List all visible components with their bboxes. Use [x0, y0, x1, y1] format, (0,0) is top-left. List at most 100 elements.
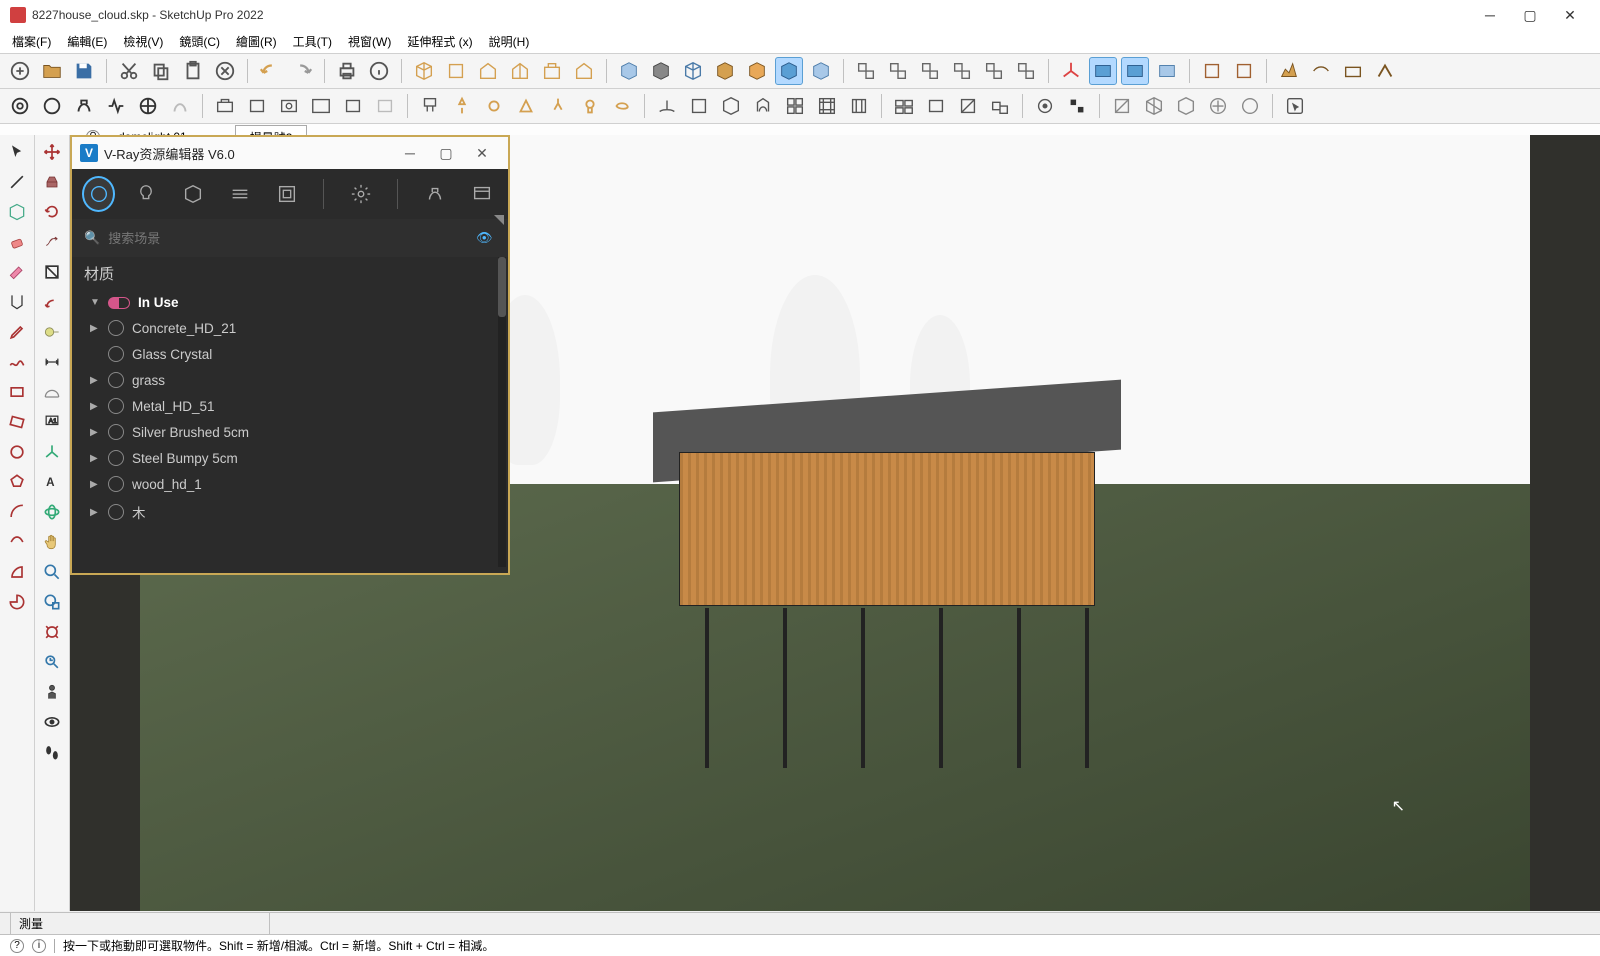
vray-light-5[interactable]	[544, 92, 572, 120]
undo-button[interactable]	[256, 57, 284, 85]
vray-render-4[interactable]	[307, 92, 335, 120]
vray-render-5[interactable]	[339, 92, 367, 120]
menu-file[interactable]: 檔案(F)	[4, 30, 59, 53]
sandbox-button-2[interactable]	[1307, 57, 1335, 85]
sandbox-button-1[interactable]	[1275, 57, 1303, 85]
copy-button[interactable]	[147, 57, 175, 85]
vray-minimize-button[interactable]: ─	[392, 139, 428, 167]
rotated-rect-tool[interactable]	[4, 409, 30, 435]
3dtext-tool[interactable]: A	[39, 469, 65, 495]
vray-render-3[interactable]	[275, 92, 303, 120]
arc-tool-1[interactable]	[4, 499, 30, 525]
vray-light-6[interactable]	[576, 92, 604, 120]
vray-geo-6[interactable]	[813, 92, 841, 120]
vray-tab-materials[interactable]	[82, 176, 115, 212]
pie-tool[interactable]	[4, 589, 30, 615]
info-icon[interactable]: i	[32, 939, 46, 953]
circle-tool[interactable]	[4, 439, 30, 465]
menu-tools[interactable]: 工具(T)	[285, 30, 340, 53]
section-plane-button-3[interactable]	[1153, 57, 1181, 85]
right-view-button[interactable]	[506, 57, 534, 85]
vray-proxy-4[interactable]	[1204, 92, 1232, 120]
menu-window[interactable]: 視窗(W)	[340, 30, 399, 53]
window-close-button[interactable]: ✕	[1550, 0, 1590, 30]
vray-proxy-5[interactable]	[1236, 92, 1264, 120]
zoom-window-tool[interactable]	[39, 589, 65, 615]
left-view-button[interactable]	[570, 57, 598, 85]
text-tool[interactable]: A1	[39, 409, 65, 435]
component-button-3[interactable]	[916, 57, 944, 85]
vray-geo-5[interactable]	[781, 92, 809, 120]
menu-camera[interactable]: 鏡頭(C)	[171, 30, 228, 53]
orbit-tool[interactable]	[39, 499, 65, 525]
vray-render-button[interactable]	[418, 176, 451, 212]
section-plane-button-2[interactable]	[1121, 57, 1149, 85]
vray-material-glass[interactable]: Glass Crystal	[72, 341, 508, 367]
vray-tool-3[interactable]	[70, 92, 98, 120]
component-button-6[interactable]	[1012, 57, 1040, 85]
vray-tab-render[interactable]	[270, 176, 303, 212]
vray-material-metal[interactable]: ▶Metal_HD_51	[72, 393, 508, 419]
vray-tool-2[interactable]	[38, 92, 66, 120]
open-file-button[interactable]	[38, 57, 66, 85]
sandbox-button-4[interactable]	[1371, 57, 1399, 85]
vray-cursor-button[interactable]	[1281, 92, 1309, 120]
help-icon[interactable]: ?	[10, 939, 24, 953]
style-xray-button[interactable]	[615, 57, 643, 85]
vray-tool-6[interactable]	[166, 92, 194, 120]
vray-util-4[interactable]	[986, 92, 1014, 120]
offset-tool[interactable]	[39, 289, 65, 315]
scale-tool[interactable]	[39, 259, 65, 285]
save-button[interactable]	[70, 57, 98, 85]
vray-tab-geometry[interactable]	[176, 176, 209, 212]
previous-view-tool[interactable]	[39, 649, 65, 675]
axis-tool-button[interactable]	[1057, 57, 1085, 85]
vray-group-in-use[interactable]: ▼ In Use	[72, 290, 508, 315]
pushpull-tool[interactable]	[39, 169, 65, 195]
cut-button[interactable]	[115, 57, 143, 85]
vray-geo-7[interactable]	[845, 92, 873, 120]
style-shaded-button[interactable]	[743, 57, 771, 85]
front-view-button[interactable]	[474, 57, 502, 85]
model-info-button[interactable]	[365, 57, 393, 85]
look-around-tool[interactable]	[39, 709, 65, 735]
vray-render-1[interactable]	[211, 92, 239, 120]
axes-tool[interactable]	[39, 439, 65, 465]
style-shaded-textures-button[interactable]	[775, 57, 803, 85]
protractor-tool[interactable]	[39, 379, 65, 405]
vray-light-1[interactable]	[416, 92, 444, 120]
vray-geo-2[interactable]	[685, 92, 713, 120]
vray-material-grass[interactable]: ▶grass	[72, 367, 508, 393]
move-tool[interactable]	[39, 139, 65, 165]
vray-light-4[interactable]	[512, 92, 540, 120]
vray-expand-icon[interactable]	[494, 215, 504, 225]
line-tool[interactable]	[4, 169, 30, 195]
sandbox-button-3[interactable]	[1339, 57, 1367, 85]
vray-tool-1[interactable]	[6, 92, 34, 120]
component-button-4[interactable]	[948, 57, 976, 85]
vray-util-2[interactable]	[922, 92, 950, 120]
tape-measure-tool[interactable]	[39, 319, 65, 345]
select-tool[interactable]	[4, 139, 30, 165]
vray-light-7[interactable]	[608, 92, 636, 120]
zoom-extents-tool[interactable]	[39, 619, 65, 645]
menu-view[interactable]: 檢視(V)	[115, 30, 171, 53]
vray-geo-4[interactable]	[749, 92, 777, 120]
zoom-tool[interactable]	[39, 559, 65, 585]
menu-help[interactable]: 說明(H)	[481, 30, 538, 53]
rotate-tool[interactable]	[39, 199, 65, 225]
polygon-tool[interactable]	[4, 469, 30, 495]
iso-view-button[interactable]	[410, 57, 438, 85]
solid-button-1[interactable]	[1198, 57, 1226, 85]
vray-util-3[interactable]	[954, 92, 982, 120]
vray-tool-5[interactable]	[134, 92, 162, 120]
rectangle-tool[interactable]	[4, 379, 30, 405]
style-hidden-button[interactable]	[711, 57, 739, 85]
style-monochrome-button[interactable]	[807, 57, 835, 85]
menu-draw[interactable]: 繪圖(R)	[228, 30, 285, 53]
menu-edit[interactable]: 編輯(E)	[59, 30, 115, 53]
vray-render-2[interactable]	[243, 92, 271, 120]
dimension-tool[interactable]	[39, 349, 65, 375]
freehand-tool[interactable]	[4, 349, 30, 375]
pan-tool[interactable]	[39, 529, 65, 555]
